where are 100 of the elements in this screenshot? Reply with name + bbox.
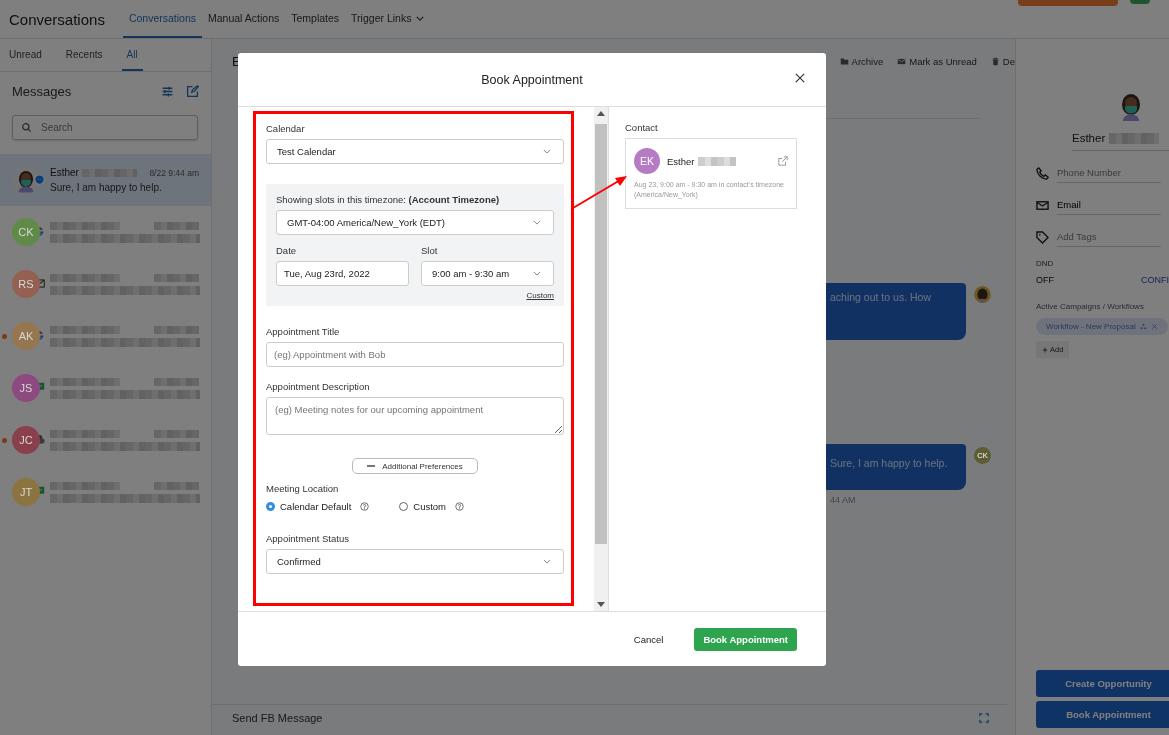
filter-tab[interactable]: Unread — [4, 39, 47, 71]
field-label: Date — [276, 245, 298, 256]
dnd-status: OFF — [1036, 275, 1054, 285]
dnd-label: DND — [1036, 259, 1055, 268]
title-field[interactable]: (eg) Appointment with Bob — [266, 342, 564, 367]
preferences-button[interactable]: Additional Preferences — [352, 458, 478, 474]
avatar-initials: JC — [12, 426, 40, 454]
blurred-text — [154, 325, 199, 334]
calendar-select[interactable]: Test Calendar — [266, 139, 564, 164]
help-icon[interactable] — [360, 502, 370, 511]
action-button[interactable]: De — [990, 55, 1015, 67]
description-field[interactable]: (eg) Meeting notes for our upcoming appointment — [266, 397, 564, 435]
book-appointment-button[interactable]: Book Appointment — [694, 627, 797, 651]
blurred-text — [154, 481, 199, 490]
expand-icon[interactable] — [979, 713, 989, 723]
field-label: Calendar — [266, 123, 306, 134]
avatar-icon — [12, 166, 40, 194]
scroll-down-icon[interactable] — [597, 602, 605, 607]
slot-select[interactable]: 9:00 am - 9:30 am — [421, 261, 554, 286]
avatar-icon — [974, 286, 991, 303]
custom-link[interactable]: Custom — [526, 291, 554, 300]
contact-field[interactable]: Phone Number — [1057, 163, 1161, 183]
avatar-initials: AK — [12, 322, 40, 350]
compose-icon[interactable] — [186, 84, 199, 98]
avatar-initials: CK — [12, 218, 40, 246]
radio-button[interactable] — [266, 502, 275, 511]
conversation-item[interactable]: AK — [0, 310, 211, 362]
configure-link[interactable]: CONFI — [1141, 275, 1169, 285]
conversation-item[interactable]: CK — [0, 206, 211, 258]
scroll-up-icon[interactable] — [597, 111, 605, 116]
blurred-text — [81, 168, 137, 177]
field-label: Appointment Title — [266, 326, 341, 337]
conversation-item[interactable]: Esther 8/22 9:44 am Sure, I am happy to help. — [0, 154, 211, 206]
radio-label: Calendar Default — [280, 501, 352, 512]
radio-label: Custom — [413, 501, 447, 512]
blurred-text — [154, 429, 199, 438]
blurred-text — [50, 377, 120, 386]
workflow-icon — [1139, 323, 1147, 330]
nav-tab[interactable]: Trigger Links — [345, 0, 431, 38]
trash-icon — [990, 56, 1000, 66]
messenger-icon — [34, 174, 45, 185]
cancel-button[interactable]: Cancel — [627, 632, 670, 646]
plus-icon — [1042, 346, 1048, 353]
conversation-item[interactable]: JC — [0, 414, 211, 466]
timezone-select[interactable]: GMT-04:00 America/New_York (EDT) — [276, 210, 554, 235]
conversation-item[interactable]: RS — [0, 258, 211, 310]
messages-heading: Messages — [12, 83, 73, 99]
field-label: Slot — [421, 245, 439, 256]
action-button[interactable]: Archive — [839, 55, 884, 67]
campaigns-label: Active Campaigns / Workflows — [1036, 302, 1145, 311]
action-button[interactable]: Create Opportunity — [1036, 670, 1169, 697]
search-input[interactable]: Search — [39, 121, 189, 134]
avatar-initials: JT — [12, 478, 40, 506]
action-button[interactable]: Book Appointment — [1036, 701, 1169, 728]
nav-tab[interactable]: Templates — [285, 0, 346, 38]
user-avatar[interactable] — [1130, 0, 1150, 4]
search-field[interactable]: Search — [12, 115, 198, 140]
blurred-text — [1109, 132, 1160, 144]
help-icon[interactable] — [455, 502, 465, 511]
folder-icon — [839, 56, 849, 66]
message-time: 8/22 9:44 am — [149, 167, 199, 178]
action-button[interactable]: Mark as Unread — [897, 55, 977, 67]
contact-name: Esther — [50, 167, 79, 178]
filter-icon[interactable] — [161, 84, 174, 98]
phone-icon — [1036, 166, 1049, 180]
minus-icon — [367, 465, 376, 467]
contact-name: Esther — [1072, 132, 1106, 144]
filter-tab[interactable]: All — [121, 39, 143, 71]
envelope-icon — [1036, 198, 1049, 212]
blurred-text — [50, 221, 120, 230]
chevron-icon — [543, 559, 551, 564]
blurred-text — [50, 325, 120, 334]
tag-icon — [1036, 230, 1049, 244]
chevron-icon — [543, 149, 551, 154]
conversation-item[interactable]: JS — [0, 362, 211, 414]
contact-name: Esther — [667, 155, 695, 167]
field-label: Meeting Location — [266, 483, 340, 494]
field-label: Appointment Description — [266, 381, 371, 392]
blurred-text — [154, 273, 199, 282]
close-icon[interactable] — [795, 73, 805, 83]
contact-field[interactable]: Email — [1057, 195, 1161, 215]
avatar-initials: JS — [12, 374, 40, 402]
filter-tab[interactable]: Recents — [60, 39, 108, 71]
avatar-initials: EK — [634, 148, 660, 174]
app-title: Conversations — [9, 10, 105, 28]
status-select[interactable]: Confirmed — [266, 549, 564, 574]
external-link-icon[interactable] — [778, 156, 788, 166]
conversation-item[interactable]: JT — [0, 466, 211, 518]
chevron-icon — [533, 271, 541, 276]
caret-icon — [416, 15, 425, 21]
scrollbar[interactable] — [594, 107, 608, 611]
nav-tab[interactable]: Manual Actions — [202, 0, 286, 38]
composer-label: Send FB Message — [232, 712, 324, 724]
blurred-text — [50, 481, 120, 490]
date-field[interactable]: Tue, Aug 23rd, 2022 — [276, 261, 409, 286]
field-label: Showing slots in this timezone: (Account Timezone) — [276, 194, 501, 205]
blurred-text — [50, 273, 120, 282]
blurred-text — [698, 156, 737, 166]
contact-field[interactable]: Add Tags — [1057, 227, 1161, 247]
avatar-initials: RS — [12, 270, 40, 298]
